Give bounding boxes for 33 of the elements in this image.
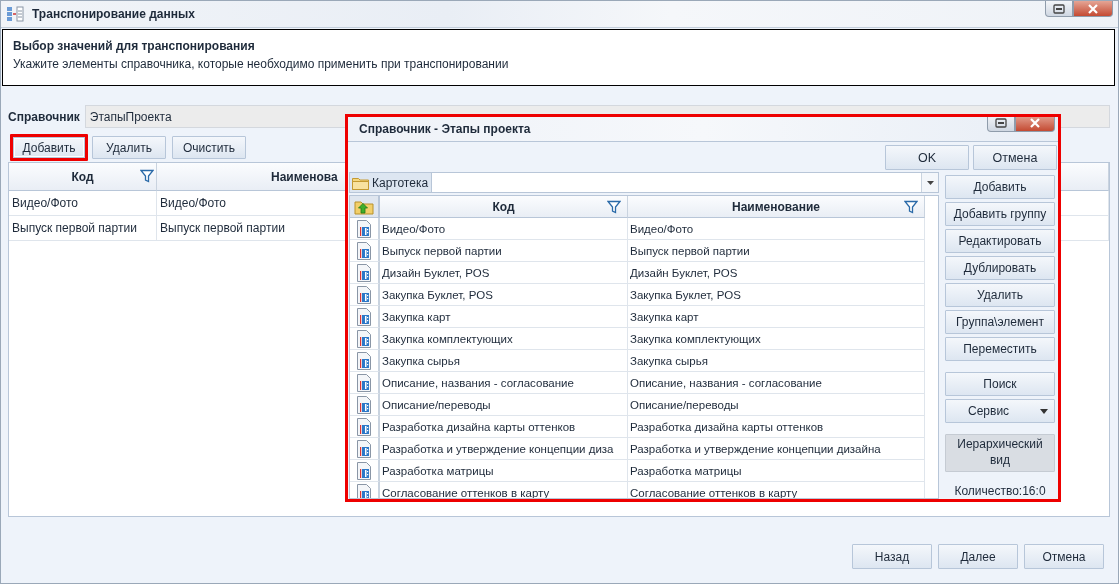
table-cell: Разработка матрицы (380, 460, 628, 482)
table-cell: Выпуск первой партии (380, 240, 628, 262)
table-cell: Согласование оттенков в карту (380, 482, 628, 498)
table-cell: Описание, названия - согласование (380, 372, 628, 394)
table-cell: Описание/переводы (628, 394, 925, 416)
table-cell: Закупка карт (380, 306, 628, 328)
table-cell: Видео/Фото (380, 218, 628, 240)
table-cell: Закупка сырья (380, 350, 628, 372)
table-cell: Закупка комплектующих (380, 328, 628, 350)
table-cell: Закупка карт (628, 306, 925, 328)
window-title: Транспонирование данных (32, 7, 195, 21)
table-cell: Разработка дизайна карты оттенков (380, 416, 628, 438)
table-cell: Разработка дизайна карты оттенков (628, 416, 925, 438)
table-cell: Закупка сырья (628, 350, 925, 372)
table-cell: Разработка и утверждение концепции дизайна (628, 438, 925, 460)
table-cell: Выпуск первой партии (9, 216, 157, 241)
table-cell: Видео/Фото (9, 191, 157, 216)
record-count: Количество:16:0 (953, 484, 1047, 499)
table-cell: Разработка матрицы (628, 460, 925, 482)
table-cell: Описание/переводы (380, 394, 628, 416)
table-cell: Закупка Буклет, POS (628, 284, 925, 306)
field-label: Справочник (8, 109, 80, 124)
table-cell: Выпуск первой партии (628, 240, 925, 262)
table-cell: Дизайн Буклет, POS (380, 262, 628, 284)
table-cell: Дизайн Буклет, POS (628, 262, 925, 284)
table-cell: Видео/Фото (628, 218, 925, 240)
header-title: Выбор значений для транспонирования (13, 39, 256, 53)
table-cell: Описание, названия - согласование (628, 372, 925, 394)
table-cell: Разработка и утверждение концепции диза (380, 438, 628, 460)
table-cell: Закупка комплектующих (628, 328, 925, 350)
table-cell: Закупка Буклет, POS (380, 284, 628, 306)
header-description: Укажите элементы справочника, которые необходимо применить при транспонировании (13, 57, 510, 71)
dialog-title: Справочник - Этапы проекта (359, 122, 531, 136)
